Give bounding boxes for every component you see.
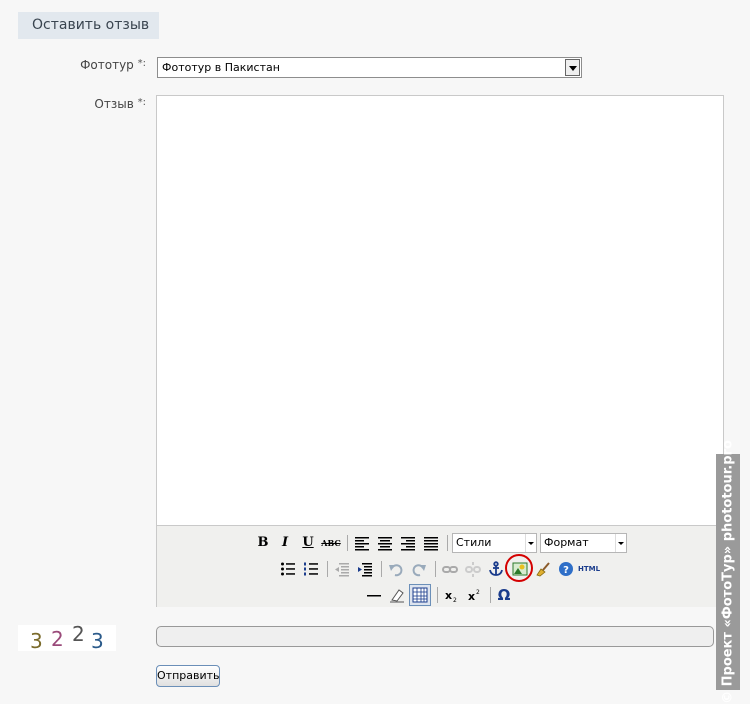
indent-button[interactable] <box>355 559 375 579</box>
svg-text:x: x <box>468 590 475 603</box>
subscript-button[interactable]: x2 <box>442 585 462 605</box>
captcha-digit: 3 <box>91 629 104 653</box>
unlink-button[interactable] <box>463 559 483 579</box>
watermark: © Проект «ФотоТур» phototour.pro <box>716 440 740 704</box>
svg-text:2: 2 <box>476 589 480 596</box>
phototour-label: Фототур *: <box>0 58 146 72</box>
phototour-select[interactable]: Фототур в Пакистан <box>157 57 582 78</box>
phototour-select-value: Фототур в Пакистан <box>162 61 280 74</box>
align-left-button[interactable] <box>352 533 372 553</box>
align-right-button[interactable] <box>398 533 418 553</box>
cleanup-button[interactable] <box>533 559 553 579</box>
numbered-list-button[interactable] <box>301 559 321 579</box>
redo-icon <box>412 564 426 577</box>
required-mark: *: <box>137 58 146 69</box>
align-center-button[interactable] <box>375 533 395 553</box>
section-title: Оставить отзыв <box>18 12 159 39</box>
special-char-button[interactable]: Ω <box>494 585 514 605</box>
chevron-down-icon[interactable] <box>525 534 536 552</box>
svg-text:2: 2 <box>453 597 457 603</box>
align-right-icon <box>401 537 415 551</box>
numbered-list-icon <box>304 562 318 576</box>
toolbar-separator <box>381 561 382 577</box>
bullet-list-icon <box>281 562 295 576</box>
superscript-icon: x2 <box>468 589 480 603</box>
captcha-digit: 2 <box>72 622 85 646</box>
unlink-icon <box>465 562 481 577</box>
captcha-digit: 3 <box>30 629 43 653</box>
strikethrough-button[interactable]: ABC <box>321 533 341 553</box>
link-icon <box>442 566 458 573</box>
bullet-list-button[interactable] <box>278 559 298 579</box>
toolbar-separator <box>327 561 328 577</box>
align-center-icon <box>378 537 392 551</box>
captcha-input[interactable] <box>156 626 714 647</box>
toolbar-separator <box>447 535 448 551</box>
horizontal-rule-icon <box>367 595 381 597</box>
help-button[interactable]: ? <box>556 559 576 579</box>
bold-button[interactable]: B <box>253 533 273 553</box>
html-source-button[interactable]: HTML <box>577 559 601 579</box>
required-mark: *: <box>137 97 146 108</box>
remove-format-button[interactable] <box>387 585 407 605</box>
watermark-text: © Проект «ФотоТур» phototour.pro <box>720 440 736 704</box>
toolbar-separator <box>435 561 436 577</box>
toolbar-separator <box>437 587 438 603</box>
format-dropdown-value: Формат <box>544 536 589 549</box>
review-label: Отзыв *: <box>0 97 146 111</box>
italic-button[interactable]: I <box>275 533 295 553</box>
review-editor-area[interactable] <box>157 96 723 525</box>
help-icon: ? <box>559 562 573 576</box>
phototour-label-text: Фототур <box>80 58 134 72</box>
table-grid-icon <box>412 587 428 603</box>
undo-icon <box>389 564 403 577</box>
anchor-icon <box>489 561 503 576</box>
undo-button[interactable] <box>386 559 406 579</box>
chevron-down-icon[interactable] <box>565 59 580 76</box>
align-justify-button[interactable] <box>421 533 441 553</box>
captcha-image: 3 2 2 3 <box>18 622 116 653</box>
format-dropdown[interactable]: Формат <box>540 533 627 553</box>
visual-aid-button[interactable] <box>409 584 431 606</box>
submit-button[interactable]: Отправить <box>156 665 220 687</box>
align-justify-icon <box>424 537 438 551</box>
brush-icon <box>536 562 550 577</box>
horizontal-rule-button[interactable] <box>364 585 384 605</box>
chevron-down-icon[interactable] <box>615 534 626 552</box>
align-left-icon <box>355 537 369 551</box>
toolbar-separator <box>347 535 348 551</box>
svg-text:?: ? <box>563 565 569 576</box>
editor-toolbar: B I U ABC Стили Формат ? HTML x 2 x 2 Ω <box>157 525 723 607</box>
styles-dropdown-value: Стили <box>456 536 492 549</box>
eraser-icon <box>390 589 404 603</box>
underline-button[interactable]: U <box>298 533 318 553</box>
anchor-button[interactable] <box>486 559 506 579</box>
superscript-button[interactable]: x2 <box>465 585 485 605</box>
review-label-text: Отзыв <box>94 97 134 111</box>
redo-button[interactable] <box>409 559 429 579</box>
svg-text:x: x <box>445 589 452 602</box>
subscript-icon: x2 <box>445 589 457 603</box>
captcha-digit: 2 <box>51 627 64 651</box>
link-button[interactable] <box>440 559 460 579</box>
outdent-icon <box>335 563 349 577</box>
highlight-circle <box>505 554 533 582</box>
styles-dropdown[interactable]: Стили <box>452 533 537 553</box>
indent-icon <box>358 563 372 577</box>
outdent-button[interactable] <box>332 559 352 579</box>
toolbar-separator <box>490 587 491 603</box>
